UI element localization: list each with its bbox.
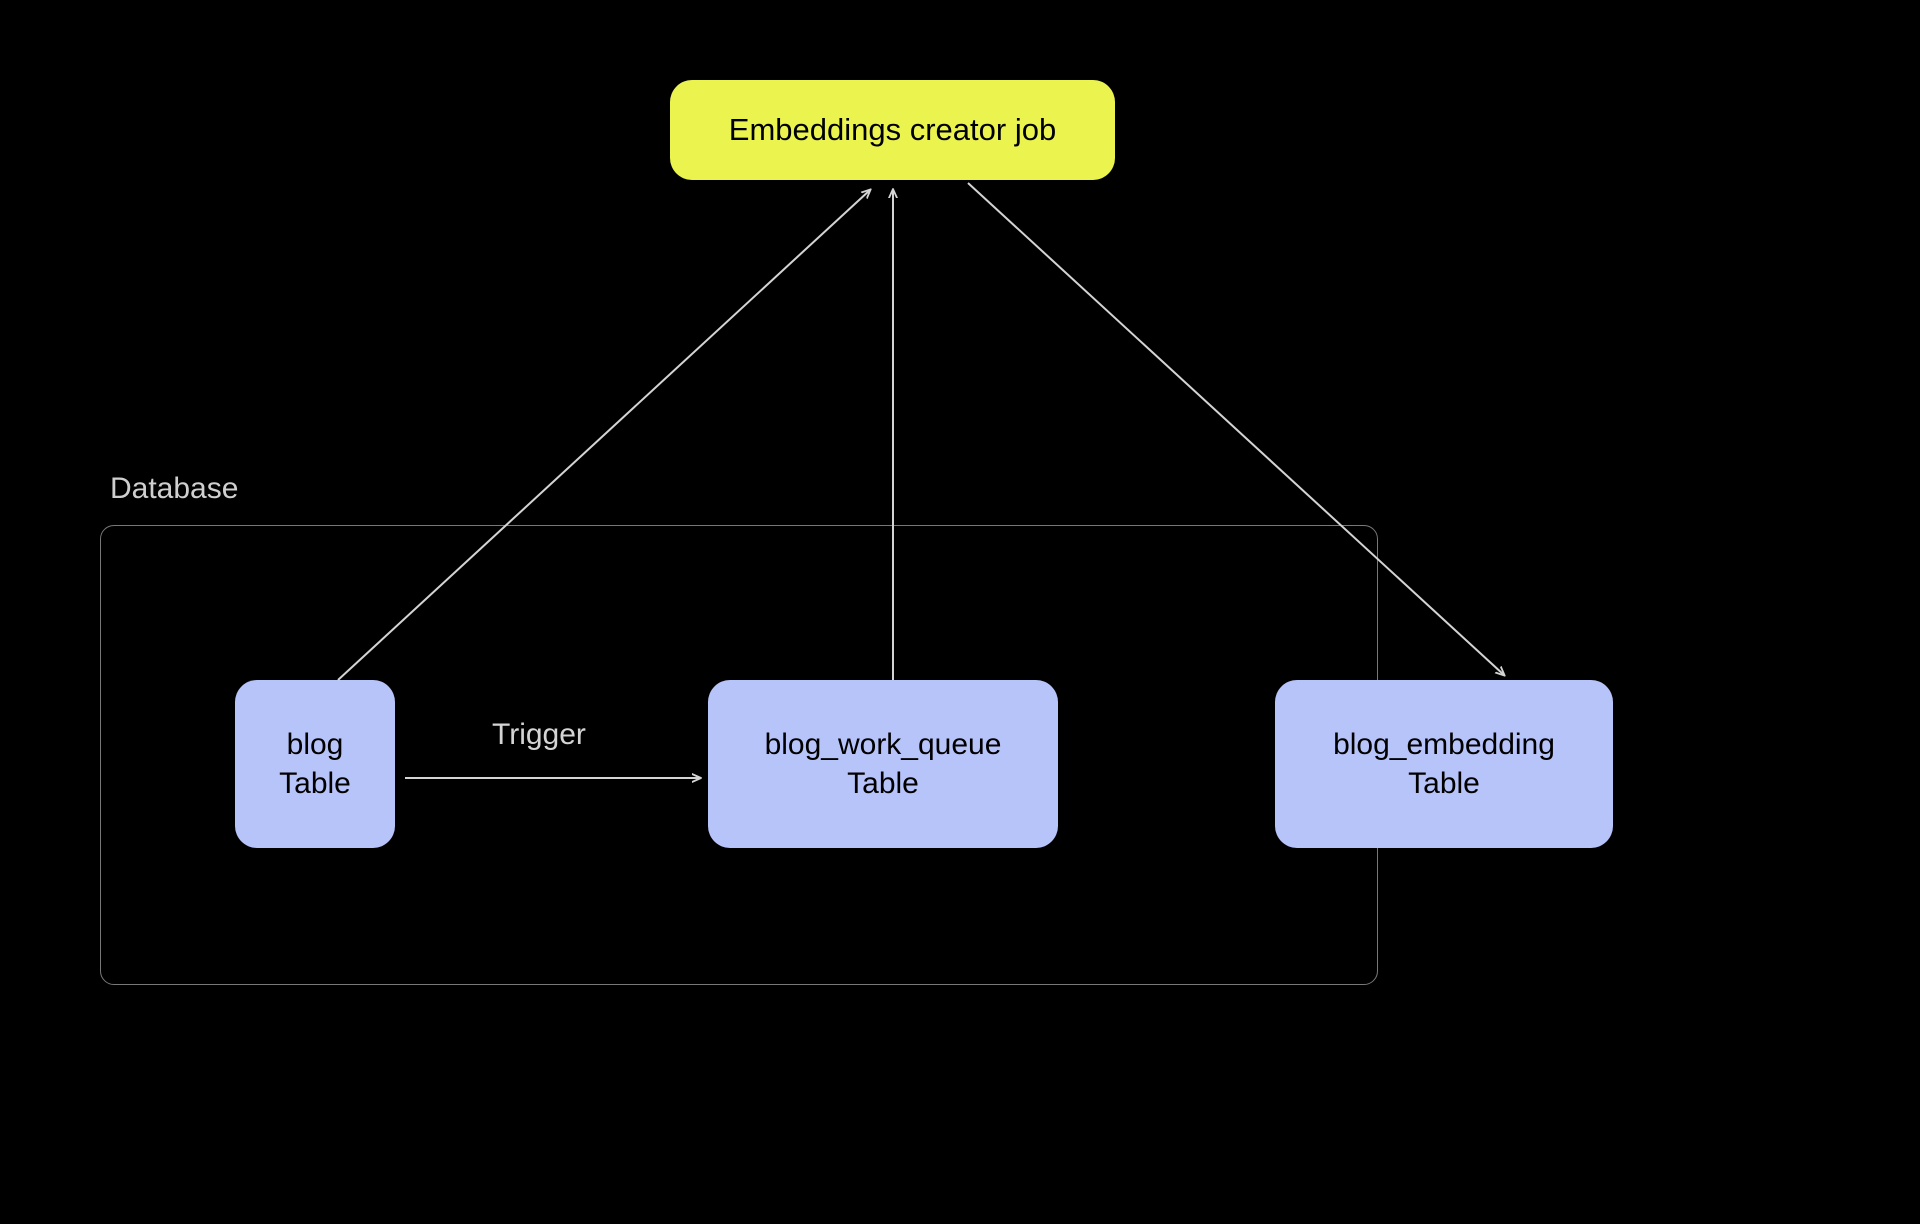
queue-table-node: blog_work_queue Table — [708, 680, 1058, 848]
embedding-table-node: blog_embedding Table — [1275, 680, 1613, 848]
job-node: Embeddings creator job — [670, 80, 1115, 180]
queue-table-name: blog_work_queue — [765, 725, 1002, 764]
diagram-canvas: Embeddings creator job Database blog Tab… — [0, 0, 1920, 1224]
queue-table-type: Table — [847, 764, 919, 803]
embedding-table-name: blog_embedding — [1333, 725, 1555, 764]
database-label: Database — [110, 472, 238, 506]
job-label: Embeddings creator job — [729, 112, 1056, 148]
blog-table-node: blog Table — [235, 680, 395, 848]
blog-table-type: Table — [279, 764, 351, 803]
trigger-edge-label: Trigger — [492, 718, 586, 752]
blog-table-name: blog — [287, 725, 344, 764]
embedding-table-type: Table — [1408, 764, 1480, 803]
